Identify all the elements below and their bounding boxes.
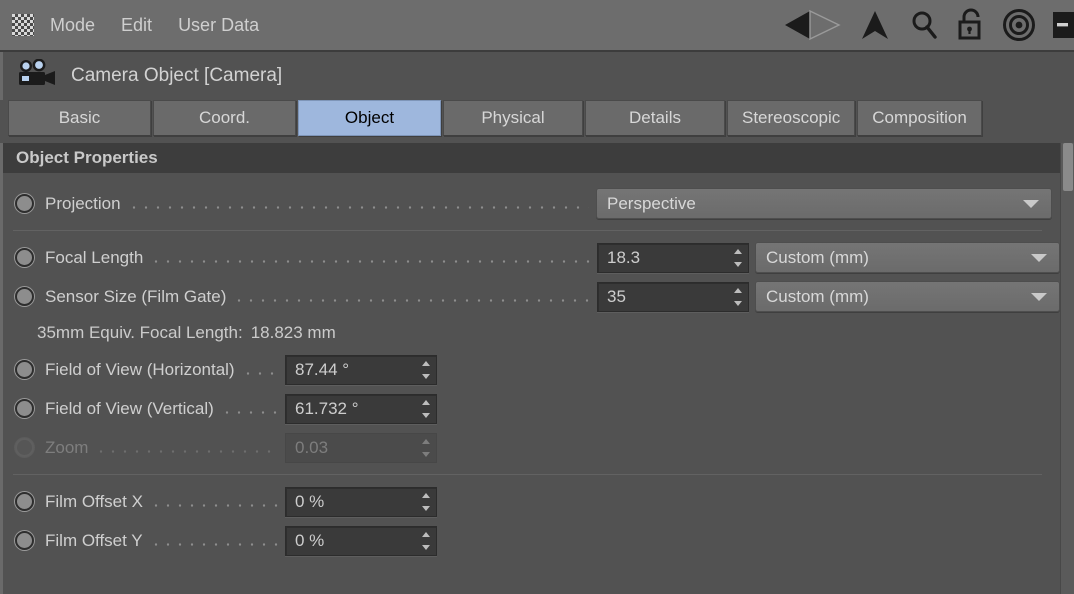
keyframe-marker-projection[interactable]	[15, 194, 34, 213]
input-focal-length[interactable]: 18.3	[597, 243, 749, 273]
leader-dots	[150, 497, 278, 514]
camera-icon	[15, 59, 57, 94]
label-zoom: Zoom	[45, 438, 88, 458]
object-properties-panel: Projection Perspective Focal Length 18.3…	[0, 173, 1060, 594]
chevron-down-icon	[1031, 254, 1047, 262]
label-fov-vertical: Field of View (Vertical)	[45, 399, 214, 419]
vertical-scrollbar[interactable]	[1060, 143, 1074, 594]
leader-dots	[233, 292, 590, 309]
dropdown-sensor-size-preset-value: Custom (mm)	[766, 287, 869, 307]
label-sensor-size: Sensor Size (Film Gate)	[45, 287, 226, 307]
separator	[13, 474, 1042, 475]
tab-object[interactable]: Object	[298, 100, 441, 136]
leader-dots	[150, 253, 590, 270]
input-film-offset-y-value: 0 %	[295, 531, 324, 551]
input-film-offset-y[interactable]: 0 %	[285, 526, 437, 556]
input-zoom-value: 0.03	[295, 438, 328, 458]
input-sensor-size-value: 35	[607, 287, 626, 307]
object-title: Camera Object [Camera]	[71, 65, 282, 87]
chevron-down-icon	[1031, 293, 1047, 301]
input-focal-length-value: 18.3	[607, 248, 640, 268]
up-arrow-icon[interactable]	[858, 8, 892, 42]
stepper-focal-length[interactable]	[733, 249, 742, 267]
leader-dots	[242, 365, 278, 382]
separator	[13, 230, 1042, 231]
row-fov-horizontal: Field of View (Horizontal) 87.44 °	[3, 350, 1060, 389]
stepper-fov-vertical[interactable]	[421, 400, 430, 418]
input-fov-vertical[interactable]: 61.732 °	[285, 394, 437, 424]
label-film-offset-x: Film Offset X	[45, 492, 143, 512]
leader-dots	[95, 443, 278, 460]
row-film-offset-y: Film Offset Y 0 %	[3, 521, 1060, 560]
keyframe-marker-zoom	[15, 438, 34, 457]
input-fov-horizontal-value: 87.44 °	[295, 360, 349, 380]
label-focal-length: Focal Length	[45, 248, 143, 268]
input-film-offset-x-value: 0 %	[295, 492, 324, 512]
stepper-film-offset-x[interactable]	[421, 493, 430, 511]
object-header: Camera Object [Camera]	[0, 52, 1074, 100]
stepper-sensor-size[interactable]	[733, 288, 742, 306]
tab-bar: Basic Coord. Object Physical Details Ste…	[0, 100, 1074, 136]
keyframe-marker-sensor-size[interactable]	[15, 287, 34, 306]
search-icon[interactable]	[908, 9, 940, 41]
input-zoom: 0.03	[285, 433, 437, 463]
row-fov-vertical: Field of View (Vertical) 61.732 °	[3, 389, 1060, 428]
label-projection: Projection	[45, 194, 121, 214]
label-fov-horizontal: Field of View (Horizontal)	[45, 360, 235, 380]
label-film-offset-y: Film Offset Y	[45, 531, 143, 551]
tab-coord[interactable]: Coord.	[153, 100, 296, 136]
panel-layout-icon[interactable]	[1052, 8, 1074, 42]
input-fov-vertical-value: 61.732 °	[295, 399, 359, 419]
row-film-offset-x: Film Offset X 0 %	[3, 482, 1060, 521]
stepper-film-offset-y[interactable]	[421, 532, 430, 550]
menu-item-mode[interactable]: Mode	[50, 15, 95, 36]
keyframe-marker-fov-vertical[interactable]	[15, 399, 34, 418]
dropdown-projection[interactable]: Perspective	[596, 188, 1052, 219]
target-icon[interactable]	[1002, 8, 1036, 42]
tab-basic[interactable]: Basic	[8, 100, 151, 136]
dropdown-sensor-size-preset[interactable]: Custom (mm)	[755, 281, 1060, 312]
menu-item-edit[interactable]: Edit	[121, 15, 152, 36]
tab-stereoscopic[interactable]: Stereoscopic	[727, 100, 855, 136]
keyframe-marker-fov-horizontal[interactable]	[15, 360, 34, 379]
stepper-fov-horizontal[interactable]	[421, 361, 430, 379]
leader-dots	[128, 199, 589, 216]
dropdown-focal-length-preset[interactable]: Custom (mm)	[755, 242, 1060, 273]
section-header-object-properties: Object Properties	[0, 143, 1060, 173]
tab-details[interactable]: Details	[585, 100, 725, 136]
value-equiv-focal-length: 18.823 mm	[251, 323, 336, 343]
leader-dots	[150, 536, 278, 553]
keyframe-marker-focal-length[interactable]	[15, 248, 34, 267]
keyframe-marker-film-offset-y[interactable]	[15, 531, 34, 550]
tab-composition[interactable]: Composition	[857, 100, 982, 136]
tabbar-gap	[0, 136, 1074, 143]
dropdown-focal-length-preset-value: Custom (mm)	[766, 248, 869, 268]
menu-bar: Mode Edit User Data	[0, 0, 1074, 52]
menu-icon-group	[784, 0, 1074, 50]
row-projection: Projection Perspective	[3, 184, 1060, 223]
stepper-zoom	[421, 439, 430, 457]
row-equiv-focal-length: 35mm Equiv. Focal Length: 18.823 mm	[3, 316, 1060, 350]
chevron-down-icon	[1023, 200, 1039, 208]
row-zoom: Zoom 0.03	[3, 428, 1060, 467]
row-focal-length: Focal Length 18.3 Custom (mm)	[3, 238, 1060, 277]
leader-dots	[221, 404, 278, 421]
keyframe-marker-film-offset-x[interactable]	[15, 492, 34, 511]
unlock-icon[interactable]	[956, 8, 986, 42]
scrollbar-thumb[interactable]	[1063, 143, 1073, 191]
input-sensor-size[interactable]: 35	[597, 282, 749, 312]
label-equiv-focal-length: 35mm Equiv. Focal Length:	[37, 323, 243, 343]
dropdown-projection-value: Perspective	[607, 194, 696, 214]
input-fov-horizontal[interactable]: 87.44 °	[285, 355, 437, 385]
grip-dots-icon[interactable]	[12, 14, 34, 36]
back-arrow-icon[interactable]	[784, 8, 842, 42]
tab-physical[interactable]: Physical	[443, 100, 583, 136]
menu-item-user-data[interactable]: User Data	[178, 15, 259, 36]
input-film-offset-x[interactable]: 0 %	[285, 487, 437, 517]
row-sensor-size: Sensor Size (Film Gate) 35 Custom (mm)	[3, 277, 1060, 316]
